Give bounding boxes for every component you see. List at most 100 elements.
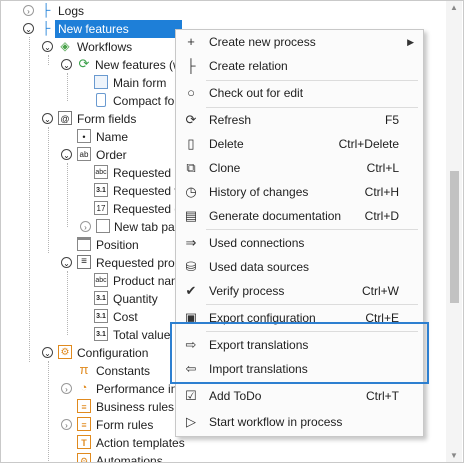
tree-node-label: Automations	[96, 454, 163, 463]
tree-node-label: New features (w	[95, 58, 182, 72]
menu-item-start-workflow[interactable]: ▷ Start workflow in process	[176, 410, 423, 434]
expand-icon[interactable]: ›	[23, 5, 34, 16]
date-field-icon: 17	[94, 201, 108, 215]
number-field-icon: 3.1	[94, 309, 108, 323]
workflows-icon: ◈	[60, 39, 70, 53]
tree-node-form-rules[interactable]: › ≡ Form rules	[1, 416, 176, 434]
collapse-icon[interactable]: ⌄	[61, 59, 72, 70]
menu-item-delete[interactable]: ▯ Delete Ctrl+Delete	[176, 132, 423, 156]
tree-node-requested-items[interactable]: abc Requested ite	[1, 164, 187, 182]
item-list-icon: ≡	[77, 255, 91, 269]
tree-node-constants[interactable]: π Constants	[1, 362, 176, 380]
tree-node-workflows[interactable]: ⌄ ◈ Workflows	[1, 38, 176, 56]
gauge-icon: ◔	[80, 382, 88, 394]
menu-item-history[interactable]: ◷ History of changes Ctrl+H	[176, 180, 423, 204]
add-icon: +	[187, 34, 195, 49]
tree-node-automations[interactable]: ⚙ Automations	[1, 452, 176, 463]
tree-node-label: Form fields	[77, 112, 137, 126]
trash-icon: ▯	[187, 136, 195, 151]
menu-item-create-relation[interactable]: ├ Create relation	[176, 54, 423, 78]
scroll-up-arrow-icon[interactable]: ▲	[450, 3, 458, 12]
number-field-icon: 3.1	[94, 183, 108, 197]
menu-item-create-new-process[interactable]: + Create new process ▶	[176, 30, 423, 54]
tree-node-label: New features	[55, 20, 182, 38]
menu-item-add-todo[interactable]: ☑ Add ToDo Ctrl+T	[176, 384, 423, 408]
process-icon: ├	[41, 21, 51, 35]
tree-node-workflow-item[interactable]: ⌄ ⟳ New features (w	[1, 56, 182, 74]
tree-node-performance-indicators[interactable]: › ◔ Performance indi	[1, 380, 187, 398]
submenu-arrow-icon: ▶	[407, 37, 414, 47]
tree-node-new-tab-panel[interactable]: › New tab pane	[1, 218, 188, 236]
tree-node-label: Quantity	[113, 292, 158, 306]
field-icon: •	[77, 129, 91, 143]
history-icon: ◷	[185, 184, 197, 199]
tree-node-position[interactable]: Position	[1, 236, 176, 254]
tree-node-label: Total value	[113, 328, 171, 342]
menu-item-used-data-sources[interactable]: ⛁ Used data sources	[176, 255, 423, 279]
number-field-icon: 3.1	[94, 291, 108, 305]
tree-node-business-rules[interactable]: ≡ Business rules	[1, 398, 176, 416]
scrollbar-thumb[interactable]	[450, 171, 459, 303]
tree-node-label: Order	[96, 148, 127, 162]
menu-item-clone[interactable]: ⧉ Clone Ctrl+L	[176, 156, 423, 180]
tree-node-label: Name	[96, 130, 129, 144]
collapse-icon[interactable]: ⌄	[61, 257, 72, 268]
collapse-icon[interactable]: ⌄	[42, 41, 53, 52]
tree-node-requested-value[interactable]: 3.1 Requested valu	[1, 182, 196, 200]
collapse-icon[interactable]: ⌄	[42, 347, 53, 358]
tree-node-form-fields[interactable]: ⌄ @ Form fields	[1, 110, 176, 128]
tree-node-main-form[interactable]: Main form	[1, 74, 176, 92]
workflow-cycle-icon: ⟳	[78, 56, 90, 71]
tree-node-label: Cost	[113, 310, 138, 324]
menu-item-refresh[interactable]: ⟳ Refresh F5	[176, 108, 423, 132]
tree-node-configuration[interactable]: ⌄ ⚙ Configuration	[1, 344, 176, 362]
relation-icon: ├	[186, 58, 196, 73]
tree-node-action-templates[interactable]: T Action templates	[1, 434, 185, 452]
tree-node-label: Form rules	[96, 418, 154, 432]
tree-node-label: Position	[96, 238, 139, 252]
collapse-icon[interactable]: ⌄	[23, 23, 34, 34]
menu-separator	[206, 304, 418, 305]
tree-node-logs[interactable]: › ├ Logs	[1, 2, 176, 20]
tree-node-order[interactable]: ⌄ ab Order	[1, 146, 176, 164]
expand-icon[interactable]: ›	[61, 419, 72, 430]
tree-node-requested-products[interactable]: ⌄ ≡ Requested produ	[1, 254, 188, 272]
document-icon: ▤	[184, 208, 198, 223]
play-icon: ▷	[186, 414, 196, 429]
collapse-icon[interactable]: ⌄	[61, 149, 72, 160]
tree-node-requested-date[interactable]: 17 Requested da	[1, 200, 188, 218]
configuration-gear-icon: ⚙	[58, 345, 72, 359]
menu-item-used-connections[interactable]: ⇒ Used connections	[176, 231, 423, 255]
tree-node-quantity[interactable]: 3.1 Quantity	[1, 290, 176, 308]
tree-node-compact-form[interactable]: Compact form	[1, 92, 188, 110]
tree-node-total-value[interactable]: 3.1 Total value	[1, 326, 176, 344]
menu-item-verify-process[interactable]: ✔ Verify process Ctrl+W	[176, 279, 423, 303]
number-field-icon: 3.1	[94, 327, 108, 341]
clone-icon: ⧉	[186, 160, 196, 175]
tree-node-label: Business rules	[96, 400, 175, 414]
lock-icon: ○	[187, 85, 195, 100]
panel-icon	[77, 237, 91, 251]
automations-icon: ⚙	[77, 453, 91, 462]
process-icon: ├	[41, 3, 51, 17]
scroll-down-arrow-icon[interactable]: ▼	[450, 451, 458, 460]
database-icon: ⛁	[185, 259, 197, 274]
tree-node-label: Constants	[96, 364, 151, 378]
vertical-scrollbar[interactable]: ▲ ▼	[446, 1, 462, 462]
todo-icon: ☑	[185, 388, 197, 403]
expand-icon[interactable]: ›	[61, 383, 72, 394]
collapse-icon[interactable]: ⌄	[42, 113, 53, 124]
mobile-form-icon	[96, 93, 106, 107]
connections-icon: ⇒	[185, 235, 197, 250]
expand-icon[interactable]: ›	[80, 221, 91, 232]
menu-item-check-out[interactable]: ○ Check out for edit	[176, 81, 423, 105]
menu-item-generate-documentation[interactable]: ▤ Generate documentation Ctrl+D	[176, 204, 423, 228]
tree-node-name[interactable]: • Name	[1, 128, 176, 146]
tree-node-cost[interactable]: 3.1 Cost	[1, 308, 176, 326]
tree-node-new-features[interactable]: ⌄ ├ New features	[1, 20, 182, 38]
verify-icon: ✔	[185, 283, 197, 298]
tab-panel-icon	[96, 219, 110, 233]
pi-constants-icon: π	[79, 362, 89, 377]
tree-node-product-name[interactable]: abc Product name	[1, 272, 188, 290]
action-templates-icon: T	[77, 435, 91, 449]
